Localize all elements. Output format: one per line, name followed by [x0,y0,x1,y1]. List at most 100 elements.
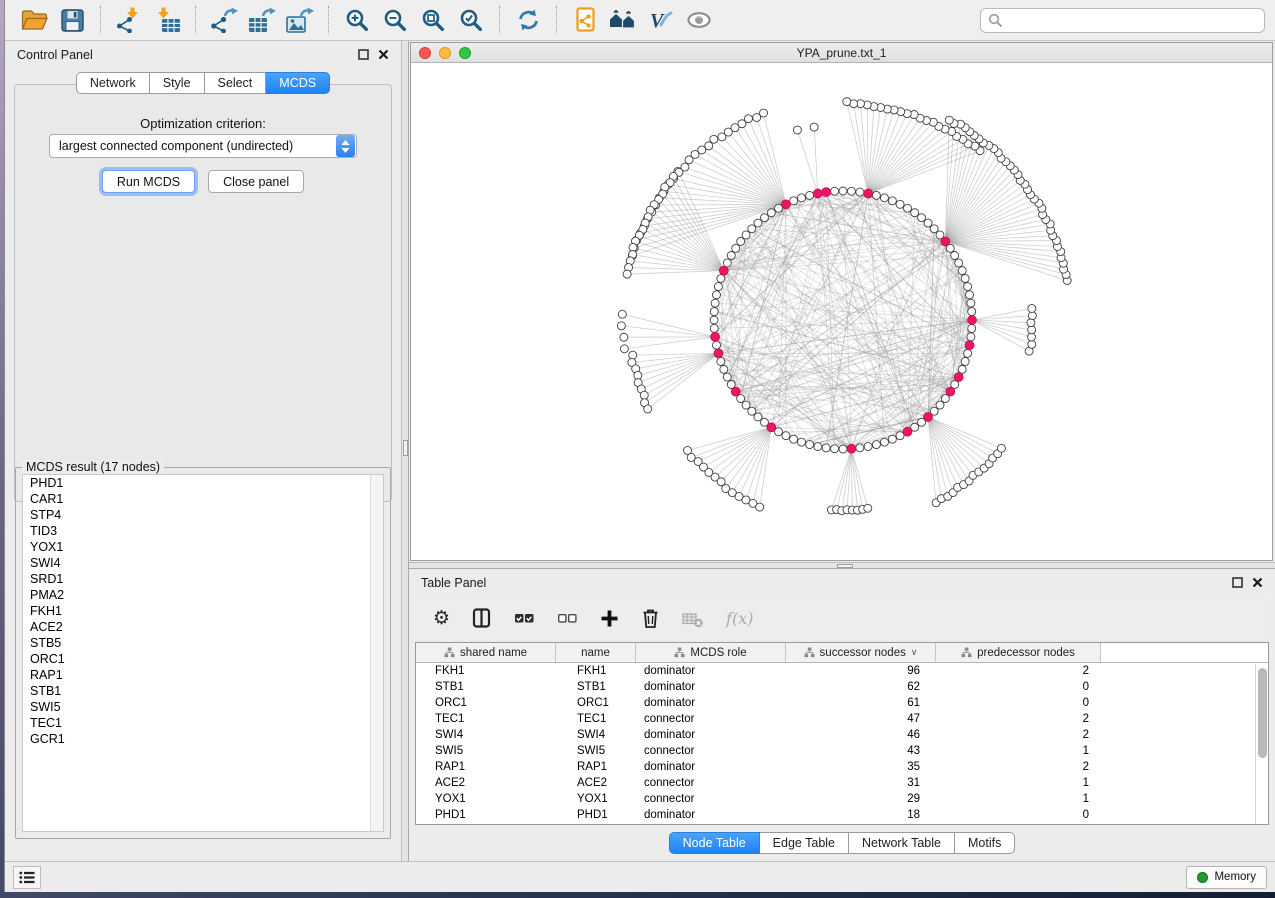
graph-ring-node[interactable] [790,197,798,205]
float-panel-icon[interactable] [358,49,369,60]
graph-edge[interactable] [627,271,724,274]
network-graph[interactable] [411,63,1275,561]
graph-leaf-node[interactable] [620,345,628,353]
tab-network[interactable]: Network [76,72,150,94]
graph-ring-node[interactable] [911,209,919,217]
graph-ring-node[interactable] [967,333,975,341]
graph-edge[interactable] [670,183,724,271]
tab-motifs[interactable]: Motifs [955,832,1015,854]
graph-mcds-node[interactable] [965,341,974,350]
tab-edge-table[interactable]: Edge Table [760,832,849,854]
new-network-from-selection-button[interactable] [566,4,604,36]
zoom-out-button[interactable] [376,4,414,36]
export-table-button[interactable] [243,4,281,36]
table-scrollbar-thumb[interactable] [1258,668,1267,758]
graph-mcds-node[interactable] [954,373,963,382]
horizontal-splitter-handle[interactable] [837,564,853,568]
graph-ring-node[interactable] [930,225,938,233]
graph-ring-node[interactable] [847,187,855,195]
graph-mcds-node[interactable] [941,237,950,246]
vertical-splitter-handle[interactable] [403,440,408,456]
export-image-button[interactable] [281,4,319,36]
graph-mcds-node[interactable] [864,189,873,198]
graph-ring-node[interactable] [964,349,972,357]
graph-edge[interactable] [945,158,1001,241]
graph-edge[interactable] [851,449,862,510]
close-panel-button[interactable]: Close panel [208,170,304,193]
mcds-result-list[interactable]: PHD1CAR1STP4TID3YOX1SWI4SRD1PMA2FKH1ACE2… [22,474,384,832]
graph-ring-node[interactable] [831,187,839,195]
search-input[interactable] [1007,13,1257,27]
graph-ring-node[interactable] [964,283,972,291]
graph-mcds-node[interactable] [968,316,977,325]
mcds-result-item[interactable]: STB1 [23,683,383,699]
graph-leaf-node[interactable] [620,333,628,341]
tab-mcds[interactable]: MCDS [266,72,330,94]
graph-mcds-node[interactable] [767,423,776,432]
graph-ring-node[interactable] [717,275,725,283]
graph-edge[interactable] [702,150,786,204]
mcds-result-item[interactable]: SRD1 [23,571,383,587]
graph-leaf-node[interactable] [793,126,801,134]
network-window-titlebar[interactable]: YPA_prune.txt_1 [411,43,1272,63]
mcds-result-item[interactable]: PMA2 [23,587,383,603]
graph-ring-node[interactable] [767,209,775,217]
graph-leaf-node[interactable] [644,405,652,413]
column-header-MCDS-role[interactable]: MCDS role [636,643,786,662]
tab-select[interactable]: Select [205,72,267,94]
table-scrollbar[interactable] [1255,664,1268,824]
graph-edge[interactable] [663,194,724,271]
create-column-button[interactable] [600,609,619,628]
zoom-in-button[interactable] [338,4,376,36]
table-row[interactable]: STB1STB1dominator620 [416,679,1268,695]
graph-ring-node[interactable] [955,259,963,267]
close-table-panel-icon[interactable] [1252,577,1263,588]
graph-edge[interactable] [726,427,772,488]
graph-leaf-node[interactable] [810,123,818,131]
graph-ring-node[interactable] [710,316,718,324]
graph-mcds-node[interactable] [946,387,955,396]
graph-mcds-node[interactable] [847,444,856,453]
graph-leaf-node[interactable] [756,503,764,511]
import-table-button[interactable] [148,4,186,36]
graph-edge[interactable] [721,427,771,481]
table-row[interactable]: SWI5SWI5connector431 [416,743,1268,759]
table-row[interactable]: ACE2ACE2connector311 [416,775,1268,791]
graph-ring-node[interactable] [742,401,750,409]
graph-ring-node[interactable] [732,244,740,252]
graph-edge[interactable] [621,326,715,337]
table-row[interactable]: TEC1TEC1connector472 [416,711,1268,727]
result-list-scrollbar[interactable] [370,475,383,831]
graph-mcds-node[interactable] [903,427,912,436]
graph-ring-node[interactable] [961,357,969,365]
mcds-result-item[interactable]: CAR1 [23,491,383,507]
select-all-rows-button[interactable] [514,609,535,627]
graph-ring-node[interactable] [822,444,830,452]
graph-ring-node[interactable] [864,443,872,451]
graph-mcds-node[interactable] [782,200,791,209]
graph-leaf-node[interactable] [864,504,872,512]
show-hide-details-button[interactable] [680,4,718,36]
graph-leaf-node[interactable] [843,98,851,106]
mcds-result-item[interactable]: TEC1 [23,715,383,731]
graph-ring-node[interactable] [782,432,790,440]
graph-leaf-node[interactable] [945,116,953,124]
graph-mcds-node[interactable] [719,266,728,275]
graph-ring-node[interactable] [760,214,768,222]
graph-edge[interactable] [748,119,785,205]
graph-leaf-node[interactable] [718,133,726,141]
run-mcds-button[interactable]: Run MCDS [102,170,195,193]
mcds-result-item[interactable]: STP4 [23,507,383,523]
column-header-shared-name[interactable]: shared name [416,643,556,662]
horizontal-splitter[interactable] [409,562,1275,569]
graph-ring-node[interactable] [839,445,847,453]
table-settings-button[interactable]: ⚙ [433,609,450,628]
first-neighbors-button[interactable] [604,4,642,36]
graph-ring-node[interactable] [712,341,720,349]
graph-edge[interactable] [854,104,869,194]
graph-edge[interactable] [703,427,771,467]
graph-ring-node[interactable] [951,252,959,260]
mcds-result-item[interactable]: TID3 [23,523,383,539]
graph-ring-node[interactable] [727,252,735,260]
graph-ring-node[interactable] [710,308,718,316]
